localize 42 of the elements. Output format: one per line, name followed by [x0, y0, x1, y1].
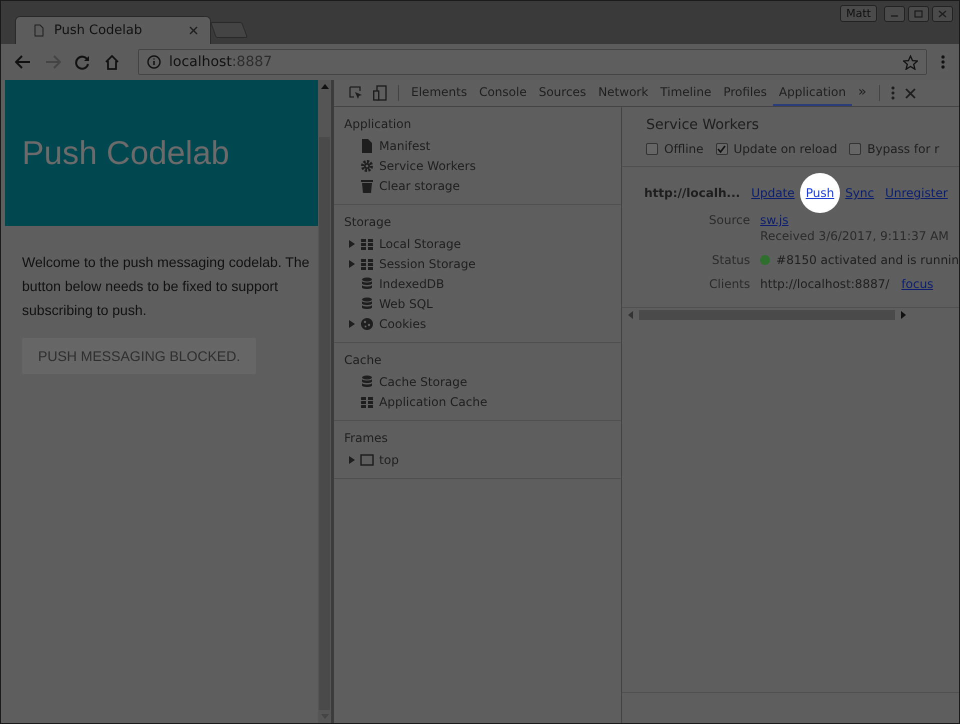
devtools-tab[interactable]: Profiles: [717, 80, 773, 106]
link[interactable]: focus: [901, 277, 934, 291]
tab-title: Push Codelab: [54, 23, 144, 38]
sidebar-item[interactable]: Application Cache: [334, 392, 622, 412]
sidebar-item[interactable]: Service Workers: [334, 156, 622, 176]
checkbox-label: Bypass for r: [867, 142, 940, 156]
sidebar-item[interactable]: Cache Storage: [334, 372, 622, 392]
link[interactable]: Push: [806, 186, 834, 200]
profile-name[interactable]: Matt: [840, 5, 877, 22]
link[interactable]: sw.js: [760, 213, 949, 227]
more-tabs-button[interactable]: »: [852, 80, 873, 106]
browser-tab[interactable]: Push Codelab: [15, 16, 211, 44]
sidebar-item[interactable]: Clear storage: [334, 176, 622, 196]
link[interactable]: Update: [751, 186, 795, 200]
section-heading: Application: [343, 116, 412, 132]
checkbox-label: Update on reload: [734, 142, 838, 156]
intro-text: Welcome to the push messaging codelab. The button below needs to be fixed to support subscribing to push.: [22, 253, 310, 320]
devtools-tab[interactable]: Application: [772, 80, 852, 106]
status-text: #8150 activated and is runnin: [776, 253, 959, 267]
section-heading: Storage: [343, 214, 392, 230]
devtools-tab[interactable]: Console: [473, 80, 533, 106]
push-button[interactable]: PUSH MESSAGING BLOCKED.: [22, 338, 256, 374]
checkbox-label: Offline: [664, 142, 704, 156]
sidebar-item[interactable]: Manifest: [334, 136, 622, 156]
devtools-tab[interactable]: Timeline: [654, 80, 718, 106]
devtools-tab[interactable]: Sources: [532, 80, 592, 106]
sidebar-item[interactable]: Cookies: [334, 314, 622, 334]
devtools-tab[interactable]: Elements: [405, 80, 474, 106]
link[interactable]: Sync: [845, 186, 874, 200]
client-url: http://localhost:8887/: [760, 277, 890, 291]
sidebar-item[interactable]: Local Storage: [334, 234, 622, 254]
link[interactable]: Unregister: [885, 186, 948, 200]
panel-title: Service Workers: [646, 117, 760, 133]
sidebar-item[interactable]: Session Storage: [334, 254, 622, 274]
devtools-tab[interactable]: Network: [592, 80, 654, 106]
worker-origin: http://localh...: [644, 186, 740, 200]
section-heading: Frames: [343, 430, 389, 446]
sidebar-item[interactable]: IndexedDB: [334, 274, 622, 294]
section-heading: Cache: [343, 352, 382, 368]
sidebar-item[interactable]: top: [334, 450, 622, 470]
page-title: Push Codelab: [22, 134, 230, 172]
sidebar-item[interactable]: Web SQL: [334, 294, 622, 314]
